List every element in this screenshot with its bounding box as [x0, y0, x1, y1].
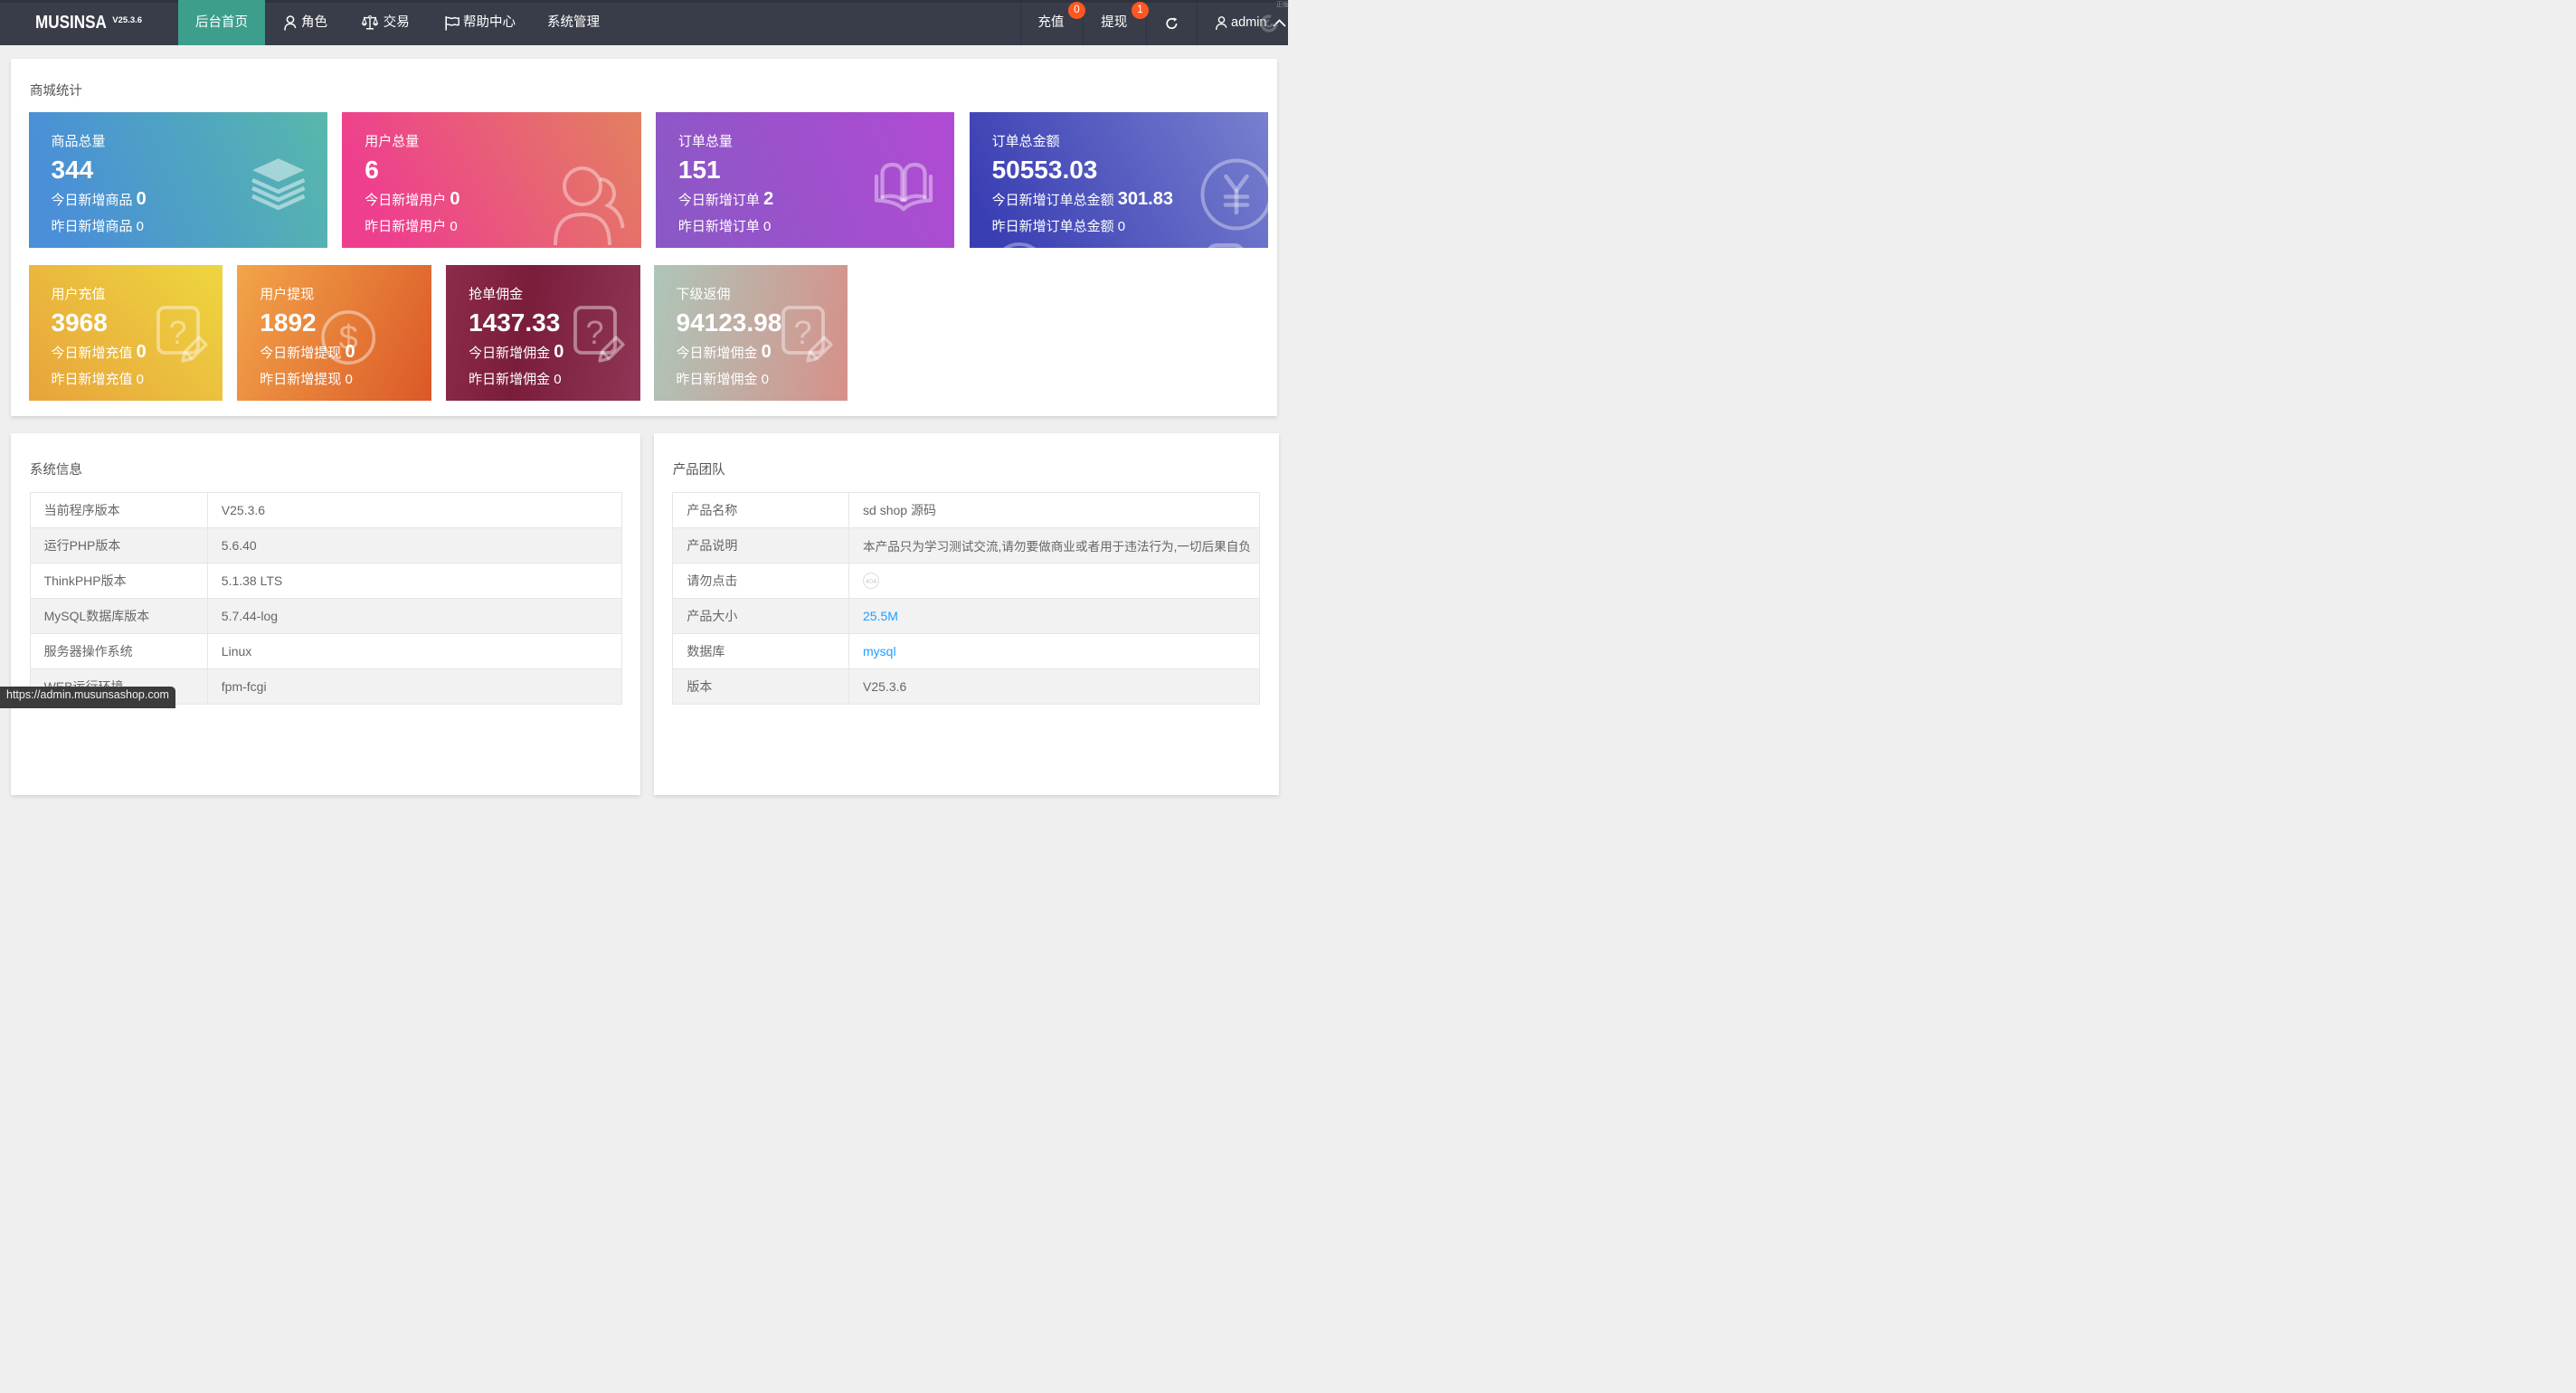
svg-text:?: ?: [586, 314, 604, 351]
svg-text:?: ?: [793, 314, 811, 351]
svg-text:?: ?: [168, 314, 186, 351]
svg-text:$: $: [338, 319, 357, 357]
